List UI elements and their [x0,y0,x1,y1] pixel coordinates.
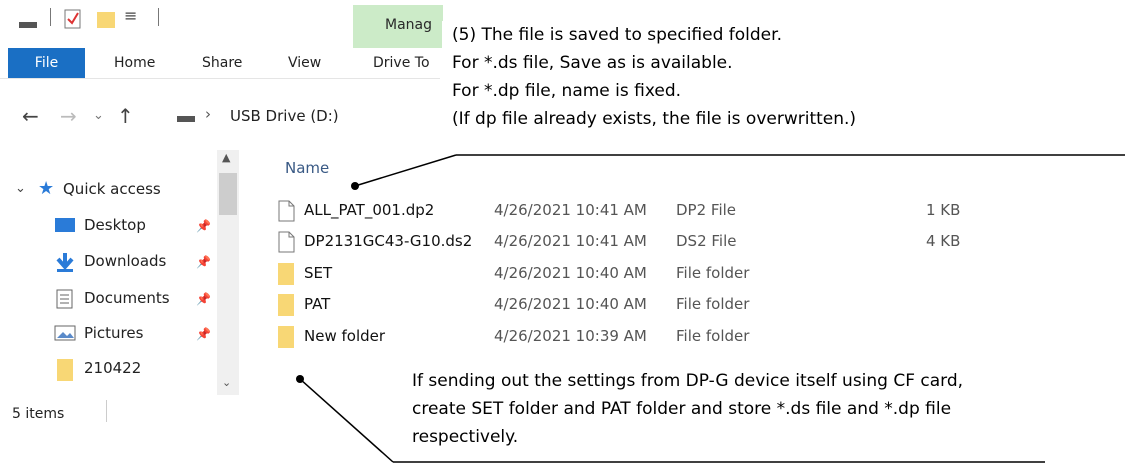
annotation-save-note: (5) The file is saved to specified folde… [442,21,867,133]
annotation-line: create SET folder and PAT folder and sto… [412,399,952,419]
callout-dot [351,182,359,190]
callout-line-top [354,154,457,187]
annotation-line: (5) The file is saved to specified folde… [452,25,782,45]
annotation-line: (If dp file already exists, the file is … [452,109,857,129]
annotation-line: respectively. [412,427,519,447]
annotation-line: For *.dp file, name is fixed. [452,81,682,101]
callout-dot [296,375,304,383]
annotation-line: For *.ds file, Save as is available. [452,53,733,73]
annotation-cf-card-note: If sending out the settings from DP-G de… [402,367,970,451]
annotation-line: If sending out the settings from DP-G de… [412,371,964,391]
callout-line-bottom [299,378,394,463]
